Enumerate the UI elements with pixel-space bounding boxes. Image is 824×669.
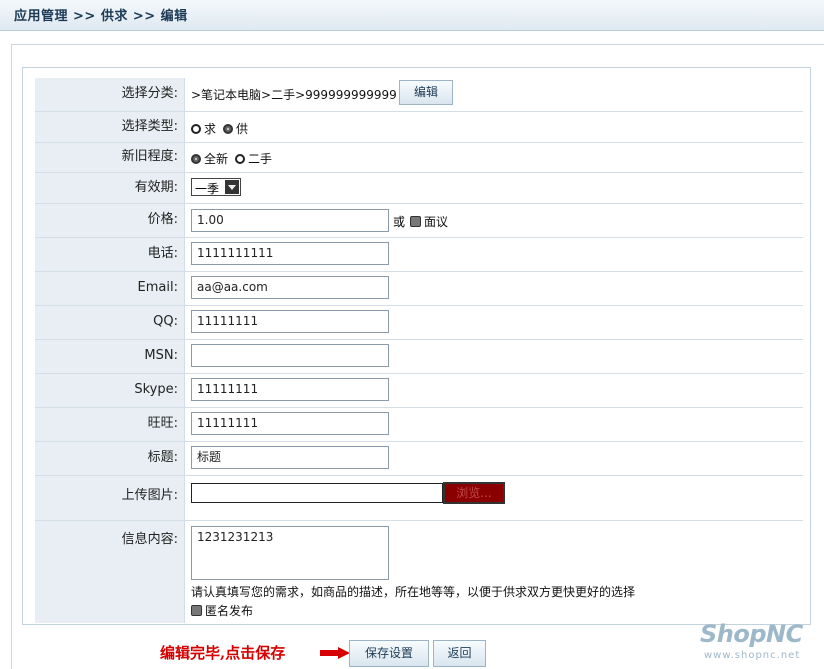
radio-demand-circle[interactable] xyxy=(191,124,201,134)
price-or-text: 或 xyxy=(393,215,406,229)
anonymous-checkbox[interactable]: 匿名发布 xyxy=(191,602,253,619)
label-validity: 有效期: xyxy=(35,173,185,203)
label-price: 价格: xyxy=(35,204,185,237)
label-type: 选择类型: xyxy=(35,112,185,142)
label-msn: MSN: xyxy=(35,340,185,373)
msn-input[interactable] xyxy=(191,344,389,367)
radio-supply-label: 供 xyxy=(236,122,249,136)
radio-demand-label: 求 xyxy=(204,122,217,136)
radio-demand[interactable]: 求 xyxy=(191,120,216,137)
category-path: >笔记本电脑>二手>999999999999 xyxy=(191,88,397,102)
radio-used-label: 二手 xyxy=(248,152,273,166)
validity-select[interactable]: 一季 xyxy=(191,178,241,196)
price-input[interactable]: 1.00 xyxy=(191,209,389,232)
row-phone: 电话: 1111111111 xyxy=(35,238,803,272)
negotiable-check-box[interactable] xyxy=(410,216,421,227)
watermark: ShopNC www.shopnc.net xyxy=(700,620,820,665)
label-title: 标题: xyxy=(35,442,185,475)
row-email: Email: aa@aa.com xyxy=(35,272,803,306)
label-category: 选择分类: xyxy=(35,78,185,111)
row-skype: Skype: 11111111 xyxy=(35,374,803,408)
label-phone: 电话: xyxy=(35,238,185,271)
wangwang-input[interactable]: 11111111 xyxy=(191,412,389,435)
anonymous-check-box[interactable] xyxy=(191,605,202,616)
back-button[interactable]: 返回 xyxy=(433,640,486,667)
label-skype: Skype: xyxy=(35,374,185,407)
row-validity: 有效期: 一季 xyxy=(35,173,803,204)
browse-button[interactable]: 浏览... xyxy=(443,482,505,504)
breadcrumb: 应用管理 >> 供求 >> 编辑 xyxy=(14,9,188,24)
qq-input[interactable]: 11111111 xyxy=(191,310,389,333)
validity-value: 一季 xyxy=(195,182,220,196)
skype-input[interactable]: 11111111 xyxy=(191,378,389,401)
radio-new-circle[interactable] xyxy=(191,154,201,164)
top-bar: 应用管理 >> 供求 >> 编辑 xyxy=(0,0,824,31)
negotiable-label: 面议 xyxy=(424,215,449,229)
label-condition: 新旧程度: xyxy=(35,143,185,172)
edit-form: 选择分类: >笔记本电脑>二手>999999999999 编辑 选择类型: 求 … xyxy=(22,67,811,625)
negotiable-checkbox[interactable]: 面议 xyxy=(410,213,448,230)
anonymous-label: 匿名发布 xyxy=(205,604,254,618)
radio-supply-circle[interactable] xyxy=(223,124,233,134)
radio-new-label: 全新 xyxy=(204,152,229,166)
radio-used-circle[interactable] xyxy=(235,154,245,164)
save-settings-button[interactable]: 保存设置 xyxy=(349,640,429,667)
radio-new[interactable]: 全新 xyxy=(191,150,228,167)
radio-used[interactable]: 二手 xyxy=(235,150,272,167)
label-upload: 上传图片: xyxy=(35,476,185,520)
row-msn: MSN: xyxy=(35,340,803,374)
arrow-right-icon xyxy=(320,647,350,659)
row-upload: 上传图片: 浏览... xyxy=(35,476,803,521)
row-category: 选择分类: >笔记本电脑>二手>999999999999 编辑 xyxy=(35,78,803,112)
label-content: 信息内容: xyxy=(35,521,185,623)
chevron-down-icon[interactable] xyxy=(225,180,239,194)
row-qq: QQ: 11111111 xyxy=(35,306,803,340)
title-input[interactable]: 标题 xyxy=(191,446,389,469)
row-wangwang: 旺旺: 11111111 xyxy=(35,408,803,442)
email-input[interactable]: aa@aa.com xyxy=(191,276,389,299)
save-instruction-note: 编辑完毕,点击保存 xyxy=(160,644,286,662)
label-email: Email: xyxy=(35,272,185,305)
radio-supply[interactable]: 供 xyxy=(223,120,248,137)
content-textarea[interactable]: 1231231213 xyxy=(191,526,389,580)
content-hint: 请认真填写您的需求，如商品的描述，所在地等等，以便于供求双方更快更好的选择 xyxy=(191,585,636,599)
edit-category-button[interactable]: 编辑 xyxy=(399,80,453,105)
row-title: 标题: 标题 xyxy=(35,442,803,476)
row-content: 信息内容: 1231231213 请认真填写您的需求，如商品的描述，所在地等等，… xyxy=(35,521,803,623)
watermark-url: www.shopnc.net xyxy=(704,650,801,661)
label-qq: QQ: xyxy=(35,306,185,339)
watermark-logo: ShopNC xyxy=(700,620,803,648)
row-price: 价格: 1.00 或 面议 xyxy=(35,204,803,238)
phone-input[interactable]: 1111111111 xyxy=(191,242,389,265)
upload-path-input[interactable] xyxy=(191,483,443,503)
label-wangwang: 旺旺: xyxy=(35,408,185,441)
row-condition: 新旧程度: 全新 二手 xyxy=(35,143,803,173)
row-type: 选择类型: 求 供 xyxy=(35,112,803,143)
